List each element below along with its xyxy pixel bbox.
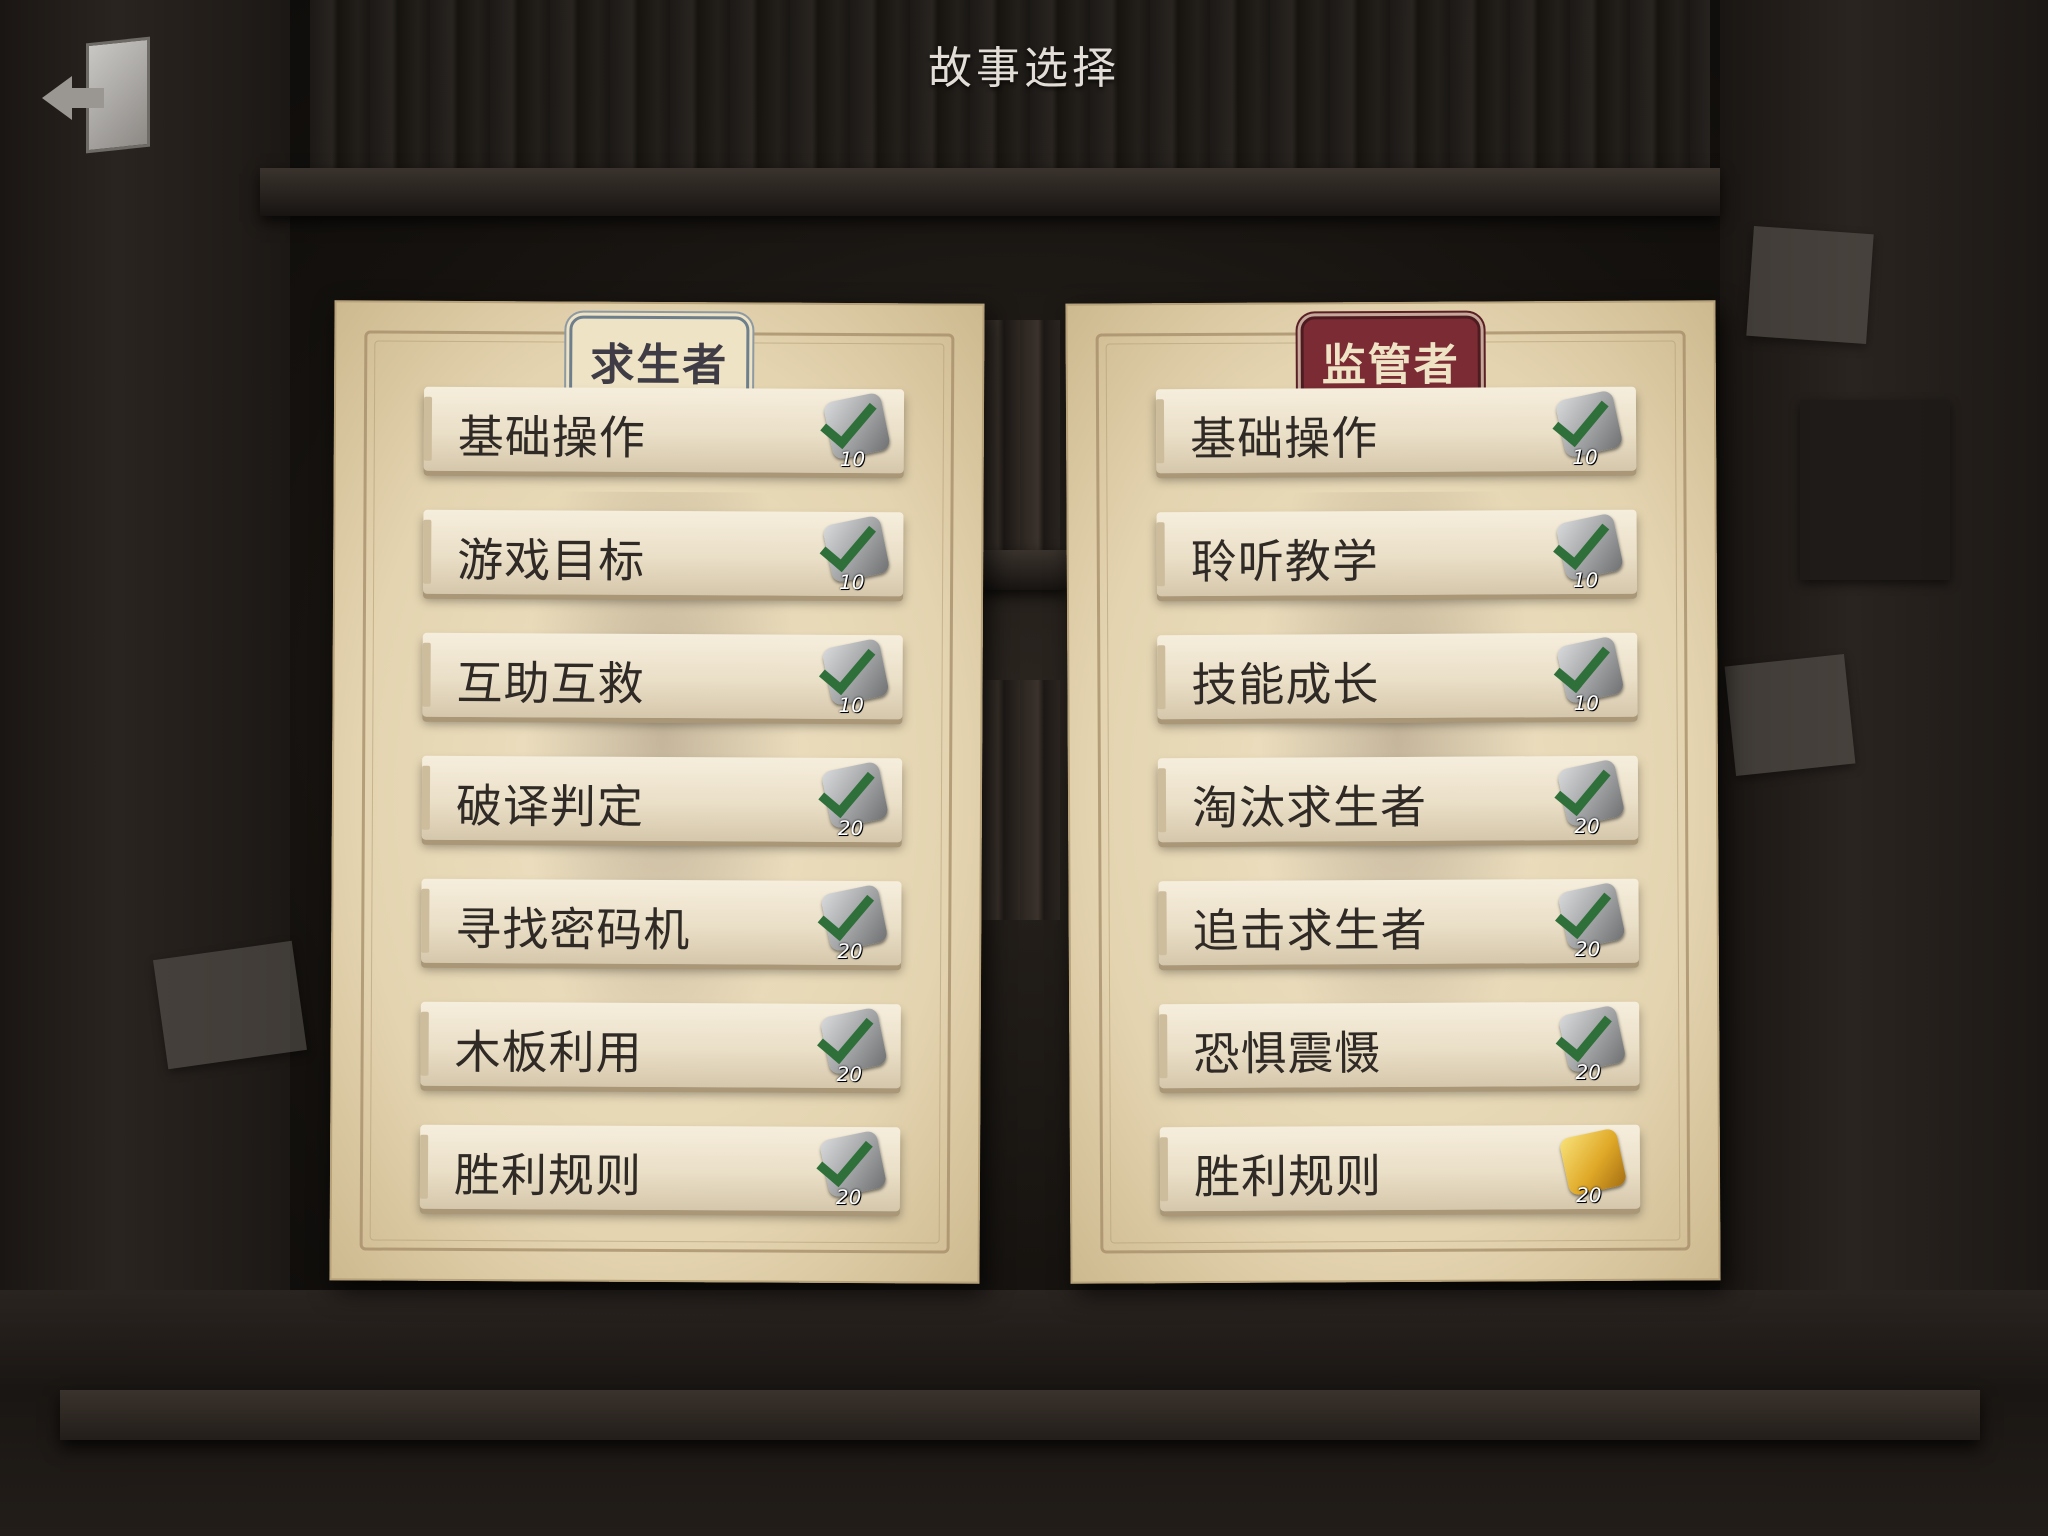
story-item-label: 胜利规则 [453,1147,643,1203]
reward-points: 10 [1572,567,1599,593]
puzzle-reward-icon: 20 [1555,1002,1629,1086]
page-title: 故事选择 [928,43,1120,94]
puzzle-reward-icon: 10 [1553,510,1627,594]
story-item-label: 寻找密码机 [455,901,691,958]
pinned-photo [1800,400,1950,580]
story-item[interactable]: 寻找密码机 20 [421,878,902,966]
pinned-note [1724,654,1856,776]
story-item[interactable]: 基础操作 10 [1155,386,1637,474]
hunter-panel: 监管者 基础操作 10 聆听教学 10 技能成长 10 淘汰求生者 20 追击求生者 20 恐惧震慑… [1065,300,1721,1284]
reward-points: 20 [1575,1059,1601,1085]
reward-points: 20 [836,1061,863,1087]
story-selection-screen: 故事选择 求生者 基础操作 10 游戏目标 10 互助互救 10 破译判定 20 寻找密码机 20… [0,0,2048,1536]
reward-points: 20 [837,815,864,841]
story-item[interactable]: 木板利用 20 [420,1001,901,1089]
story-item[interactable]: 聆听教学 10 [1156,509,1637,597]
survivor-story-list: 基础操作 10 游戏目标 10 互助互救 10 破译判定 20 寻找密码机 20 木板利用 20 胜利规… [419,386,905,1251]
reward-points: 10 [839,446,866,472]
bookshelf-middle-books-lower [980,680,1060,920]
story-item[interactable]: 游戏目标 10 [423,509,904,597]
pinned-note [1746,225,1874,345]
bookshelf-shelf-middle [980,550,1070,590]
puzzle-reward-icon: 10 [820,389,894,473]
story-item-label: 互助互救 [456,655,645,711]
reward-points: 10 [1572,444,1598,470]
story-item-label: 游戏目标 [457,532,646,588]
puzzle-reward-icon: 10 [1552,387,1626,471]
story-item[interactable]: 胜利规则 20 [419,1124,901,1212]
story-item-label: 技能成长 [1191,657,1380,713]
story-item[interactable]: 基础操作 10 [423,386,905,474]
survivor-panel: 求生者 基础操作 10 游戏目标 10 互助互救 10 破译判定 20 寻找密码机 20 木板利用 2… [329,300,985,1284]
puzzle-reward-icon: 20 [1554,756,1628,840]
bookshelf-ledge [60,1390,1980,1440]
story-item[interactable]: 恐惧震慑 20 [1159,1001,1640,1089]
reward-points: 20 [837,938,863,964]
story-item-label: 基础操作 [1190,411,1379,467]
reward-points: 20 [1574,936,1601,962]
puzzle-reward-icon: 10 [1553,633,1627,717]
reward-points: 20 [1576,1182,1602,1208]
story-item[interactable]: 互助互救 10 [422,632,903,720]
puzzle-reward-icon: 20 [818,758,892,842]
bookshelf-shelf-top [260,168,1720,216]
story-item-label: 聆听教学 [1190,534,1379,590]
story-item-label: 追击求生者 [1192,902,1428,959]
story-item[interactable]: 淘汰求生者 20 [1157,755,1639,843]
bookshelf-middle-books [980,320,1060,550]
puzzle-reward-icon: 20 [816,1127,890,1211]
story-item[interactable]: 破译判定 20 [421,755,903,843]
story-item-label: 破译判定 [455,778,645,834]
puzzle-reward-icon: 10 [819,512,893,596]
pinned-note [153,940,307,1070]
story-item-label: 恐惧震慑 [1193,1026,1382,1082]
story-item[interactable]: 追击求生者 20 [1158,878,1639,966]
puzzle-reward-icon: 20 [1554,879,1628,963]
puzzle-reward-icon: 20 [1556,1125,1630,1209]
reward-points: 20 [835,1184,862,1210]
hunter-story-list: 基础操作 10 聆听教学 10 技能成长 10 淘汰求生者 20 追击求生者 20 恐惧震慑 20 胜利… [1155,386,1641,1251]
story-item[interactable]: 技能成长 10 [1157,632,1638,720]
story-item-label: 木板利用 [454,1024,643,1080]
puzzle-reward-icon: 10 [818,635,892,719]
reward-points: 10 [1573,690,1600,716]
story-item-label: 胜利规则 [1193,1149,1383,1205]
story-item-label: 淘汰求生者 [1191,779,1428,836]
reward-points: 10 [838,692,864,718]
puzzle-reward-icon: 20 [816,1004,890,1088]
story-item-label: 基础操作 [457,409,646,465]
puzzle-reward-icon: 20 [817,881,891,965]
story-item[interactable]: 胜利规则 20 [1159,1124,1641,1212]
reward-points: 20 [1574,813,1600,839]
reward-points: 10 [839,569,865,595]
